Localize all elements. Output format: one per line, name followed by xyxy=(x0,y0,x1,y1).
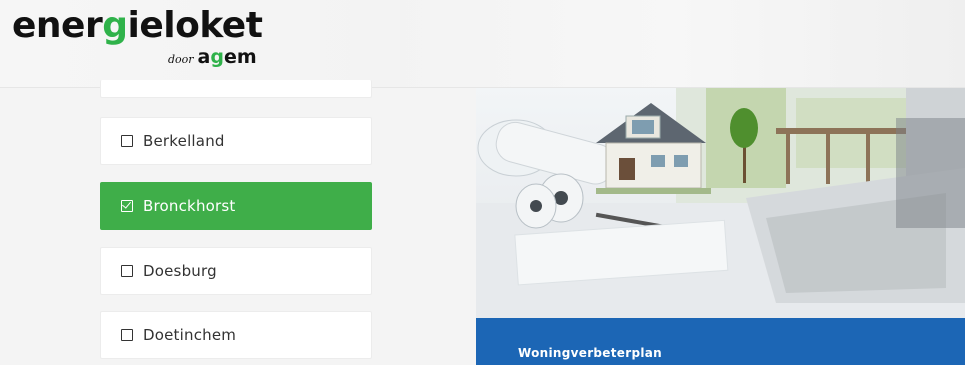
municipality-option-doesburg[interactable]: Doesburg xyxy=(100,247,372,295)
municipality-list: Berkelland Bronckhorst Doesburg Doetinch… xyxy=(0,80,470,365)
card-footer: Woningverbeterplan xyxy=(476,318,965,365)
logo-subline: door agem xyxy=(168,45,257,67)
energieloket-logo[interactable]: energieloket door agem xyxy=(12,4,292,74)
checkbox-icon[interactable] xyxy=(121,329,133,341)
municipality-option-bronckhorst[interactable]: Bronckhorst xyxy=(100,182,372,230)
logo-wordmark: energieloket xyxy=(12,5,263,46)
house-model-image xyxy=(476,88,965,318)
woningverbeterplan-card[interactable]: Woningverbeterplan xyxy=(476,88,965,365)
checkbox-icon[interactable] xyxy=(121,265,133,277)
agem-wordmark: agem xyxy=(197,46,257,68)
municipality-option-berkelland[interactable]: Berkelland xyxy=(100,117,372,165)
house-model-photo xyxy=(476,88,965,318)
municipality-label: Berkelland xyxy=(143,132,225,150)
checkbox-checked-icon[interactable] xyxy=(121,200,133,212)
municipality-option-doetinchem[interactable]: Doetinchem xyxy=(100,311,372,359)
checkbox-icon[interactable] xyxy=(121,135,133,147)
site-header: energieloket door agem xyxy=(0,0,965,88)
municipality-label: Doetinchem xyxy=(143,326,237,344)
card-title[interactable]: Woningverbeterplan xyxy=(518,346,662,360)
municipality-label: Doesburg xyxy=(143,262,217,280)
municipality-option-partial[interactable] xyxy=(100,80,372,98)
logo-door-text: door xyxy=(168,53,194,66)
municipality-label: Bronckhorst xyxy=(143,197,236,215)
